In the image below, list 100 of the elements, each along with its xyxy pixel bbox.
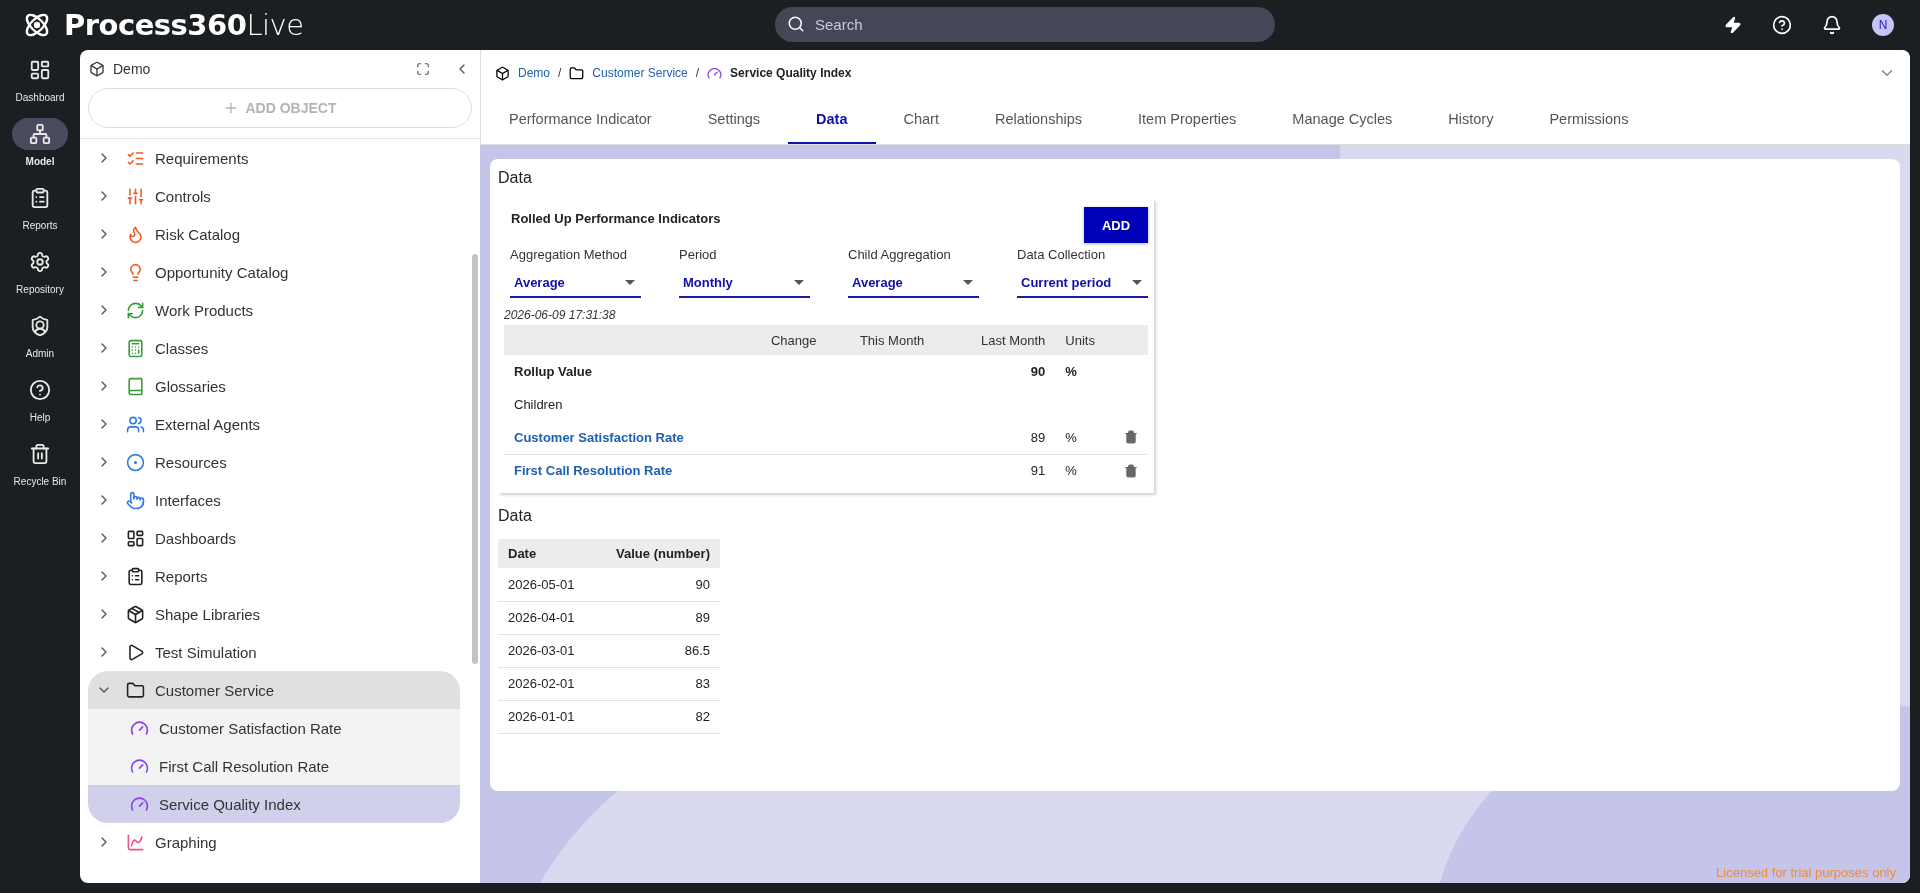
package-icon (126, 604, 146, 624)
table-cell: % (1055, 421, 1114, 454)
table-cell: 90 (593, 568, 720, 601)
cube-icon (89, 61, 105, 77)
tree-item[interactable]: Glossaries (80, 367, 470, 405)
breadcrumb-link[interactable]: Customer Service (592, 66, 688, 80)
tab[interactable]: Permissions (1521, 96, 1657, 144)
table-cell: 91 (947, 454, 1056, 487)
table-cell: % (1055, 355, 1114, 388)
breadcrumb-separator: / (695, 66, 700, 80)
tab[interactable]: Relationships (966, 96, 1111, 144)
tree-item[interactable]: Requirements (80, 139, 470, 177)
fullscreen-icon[interactable] (416, 62, 430, 76)
tab[interactable]: History (1420, 96, 1522, 144)
select-label: Period (679, 247, 718, 262)
tree-item[interactable]: Resources (80, 443, 470, 481)
nav-label: Dashboard (15, 92, 65, 103)
nav-item[interactable]: Dashboard (0, 50, 80, 114)
users-icon (126, 414, 146, 434)
tree-item-label: Resources (155, 453, 227, 471)
dashboard-icon (126, 528, 146, 548)
nav-item[interactable]: Repository (0, 242, 80, 306)
table-cell: 89 (947, 421, 1056, 454)
tree-item[interactable]: Customer Service (88, 671, 460, 709)
cube-icon (495, 65, 510, 81)
dropdown-select[interactable]: Average (510, 268, 641, 298)
column-header: Value (number) (593, 539, 720, 568)
dropdown-select[interactable]: Average (848, 268, 979, 298)
column-header: Units (1055, 325, 1114, 355)
tree-item-label: Customer Service (155, 681, 275, 699)
tree-item[interactable]: Service Quality Index (88, 785, 460, 823)
book-icon (126, 376, 146, 396)
tree-item[interactable]: External Agents (80, 405, 470, 443)
tree-item[interactable]: Classes (80, 329, 470, 367)
tree-item[interactable]: Risk Catalog (80, 215, 470, 253)
add-button[interactable]: ADD (1084, 207, 1148, 243)
breadcrumb-current: Service Quality Index (730, 66, 852, 80)
tree-item[interactable]: Customer Satisfaction Rate (88, 709, 460, 747)
gauge-icon (130, 718, 150, 738)
child-link[interactable]: Customer Satisfaction Rate (514, 429, 684, 445)
table-cell: 86.5 (593, 634, 720, 667)
tab[interactable]: Performance Indicator (481, 96, 680, 144)
tree-item[interactable]: Opportunity Catalog (80, 253, 470, 291)
nav-item[interactable]: Help (0, 370, 80, 434)
dropdown-select[interactable]: Current period (1017, 268, 1148, 298)
nav-item[interactable]: Reports (0, 178, 80, 242)
tree-item-label: Opportunity Catalog (155, 263, 289, 281)
tree-item[interactable]: Graphing (80, 823, 470, 861)
search-field[interactable]: Search (775, 7, 1275, 42)
tree-item[interactable]: Dashboards (80, 519, 470, 557)
tab[interactable]: Item Properties (1110, 96, 1265, 144)
tree-item[interactable]: Shape Libraries (80, 595, 470, 633)
tree-item-label: Work Products (155, 301, 254, 319)
column-header: Last Month (947, 325, 1056, 355)
column-header: This Month (836, 325, 948, 355)
nav-label: Help (29, 412, 51, 423)
tab[interactable]: Chart (875, 96, 967, 144)
tree-item-label: Customer Satisfaction Rate (159, 719, 342, 737)
delete-icon[interactable] (1124, 463, 1138, 478)
caret-icon (963, 279, 973, 285)
table-cell: 2026-01-01 (498, 700, 594, 733)
play-icon (126, 642, 146, 662)
nav-item[interactable]: Model (0, 114, 80, 178)
gauge-icon (130, 756, 150, 776)
lightning-icon[interactable] (1724, 16, 1742, 34)
tree-item[interactable]: Controls (80, 177, 470, 215)
tree-item-label: Requirements (155, 149, 249, 167)
delete-icon[interactable] (1124, 430, 1138, 445)
breadcrumb-link[interactable]: Demo (518, 66, 550, 80)
rollup-title: Rolled Up Performance Indicators (511, 211, 721, 226)
scrollbar-thumb[interactable] (472, 254, 478, 664)
child-link[interactable]: First Call Resolution Rate (514, 463, 673, 479)
nav-label: Admin (25, 348, 55, 359)
nav-item[interactable]: Admin (0, 306, 80, 370)
tab[interactable]: Data (788, 96, 876, 144)
tree-item[interactable]: Test Simulation (80, 633, 470, 671)
tree-item[interactable]: Interfaces (80, 481, 470, 519)
table-cell: 90 (947, 355, 1056, 388)
user-avatar[interactable]: N (1872, 14, 1894, 36)
help-icon[interactable] (1772, 15, 1792, 35)
tree-item[interactable]: Work Products (80, 291, 470, 329)
tree-item-label: Graphing (155, 833, 217, 851)
tab[interactable]: Settings (679, 96, 789, 144)
refresh-icon (126, 300, 146, 320)
dropdown-select[interactable]: Monthly (679, 268, 810, 298)
tree-item-label: Service Quality Index (159, 795, 301, 813)
tree-item[interactable]: First Call Resolution Rate (88, 747, 460, 785)
bell-icon[interactable] (1822, 15, 1842, 35)
clipboard-icon (126, 566, 146, 586)
tree-item-label: Reports (155, 567, 208, 585)
select-label: Aggregation Method (510, 247, 629, 262)
tab[interactable]: Manage Cycles (1264, 96, 1421, 144)
network-icon (12, 118, 68, 150)
sliders-icon (126, 186, 146, 206)
tree-item-label: Controls (155, 187, 211, 205)
table-cell: 2026-02-01 (498, 667, 594, 700)
tree-item[interactable]: Reports (80, 557, 470, 595)
pointer-icon (126, 490, 146, 510)
license-notice: Licensed for trial purposes only (1716, 865, 1896, 880)
nav-item[interactable]: Recycle Bin (0, 434, 80, 498)
